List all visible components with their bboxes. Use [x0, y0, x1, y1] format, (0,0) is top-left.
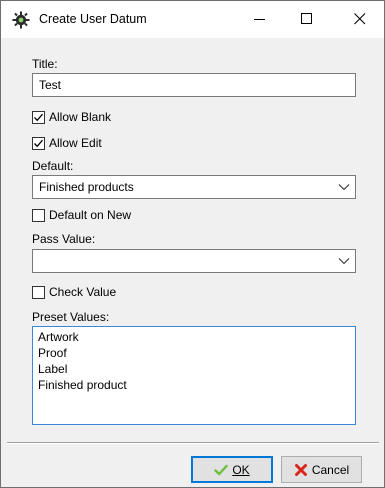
pass-value-select[interactable]: [32, 249, 356, 273]
minimize-icon: [254, 19, 265, 20]
default-on-new-checkbox-row[interactable]: Default on New: [32, 207, 131, 223]
checkmark-icon: [34, 113, 43, 121]
cancel-button-label: Cancel: [311, 462, 350, 477]
list-item: Finished product: [38, 378, 127, 392]
default-on-new-label: Default on New: [49, 208, 132, 222]
allow-blank-checkbox-row[interactable]: Allow Blank: [32, 109, 111, 125]
ok-button[interactable]: OK: [191, 456, 273, 483]
check-value-checkbox-row[interactable]: Check Value: [32, 284, 116, 300]
pass-value-label: Pass Value:: [32, 232, 96, 246]
check-value-checkbox[interactable]: [32, 285, 45, 299]
footer-divider-highlight: [7, 443, 379, 444]
close-button[interactable]: [337, 1, 383, 37]
preset-values-label: Preset Values:: [32, 310, 110, 324]
allow-blank-label: Allow Blank: [49, 110, 112, 124]
close-icon: [354, 13, 366, 25]
checkmark-icon: [214, 464, 229, 475]
allow-blank-checkbox[interactable]: [32, 110, 45, 124]
chevron-down-icon[interactable]: [338, 256, 350, 266]
allow-edit-checkbox[interactable]: [32, 136, 45, 150]
title-bar[interactable]: Create User Datum: [1, 1, 384, 38]
default-select-value: Finished products: [39, 180, 134, 194]
maximize-icon: [301, 13, 312, 24]
ok-button-label: OK: [232, 462, 250, 477]
checkmark-icon: [34, 139, 43, 147]
red-x-icon: [294, 463, 307, 476]
title-field-box[interactable]: [32, 73, 356, 97]
list-item: Label: [38, 362, 68, 376]
minimize-button[interactable]: [237, 1, 283, 37]
default-select[interactable]: Finished products: [32, 175, 356, 199]
allow-edit-label: Allow Edit: [49, 136, 102, 150]
list-item: Artwork: [38, 330, 79, 344]
default-label: Default:: [32, 159, 74, 173]
title-input[interactable]: [33, 74, 355, 96]
window-title: Create User Datum: [39, 12, 147, 26]
preset-values-textarea[interactable]: Artwork Proof Label Finished product: [32, 326, 356, 425]
title-label: Title:: [32, 57, 58, 71]
dialog-window: Create User Datum Title: Al: [0, 0, 385, 488]
list-item: Proof: [38, 346, 67, 360]
cancel-button[interactable]: Cancel: [281, 456, 362, 483]
allow-edit-checkbox-row[interactable]: Allow Edit: [32, 135, 102, 151]
chevron-down-icon[interactable]: [338, 182, 350, 192]
gear-app-icon: [12, 11, 30, 29]
default-on-new-checkbox[interactable]: [32, 208, 45, 222]
check-value-label: Check Value: [49, 285, 117, 299]
maximize-button[interactable]: [284, 1, 330, 37]
